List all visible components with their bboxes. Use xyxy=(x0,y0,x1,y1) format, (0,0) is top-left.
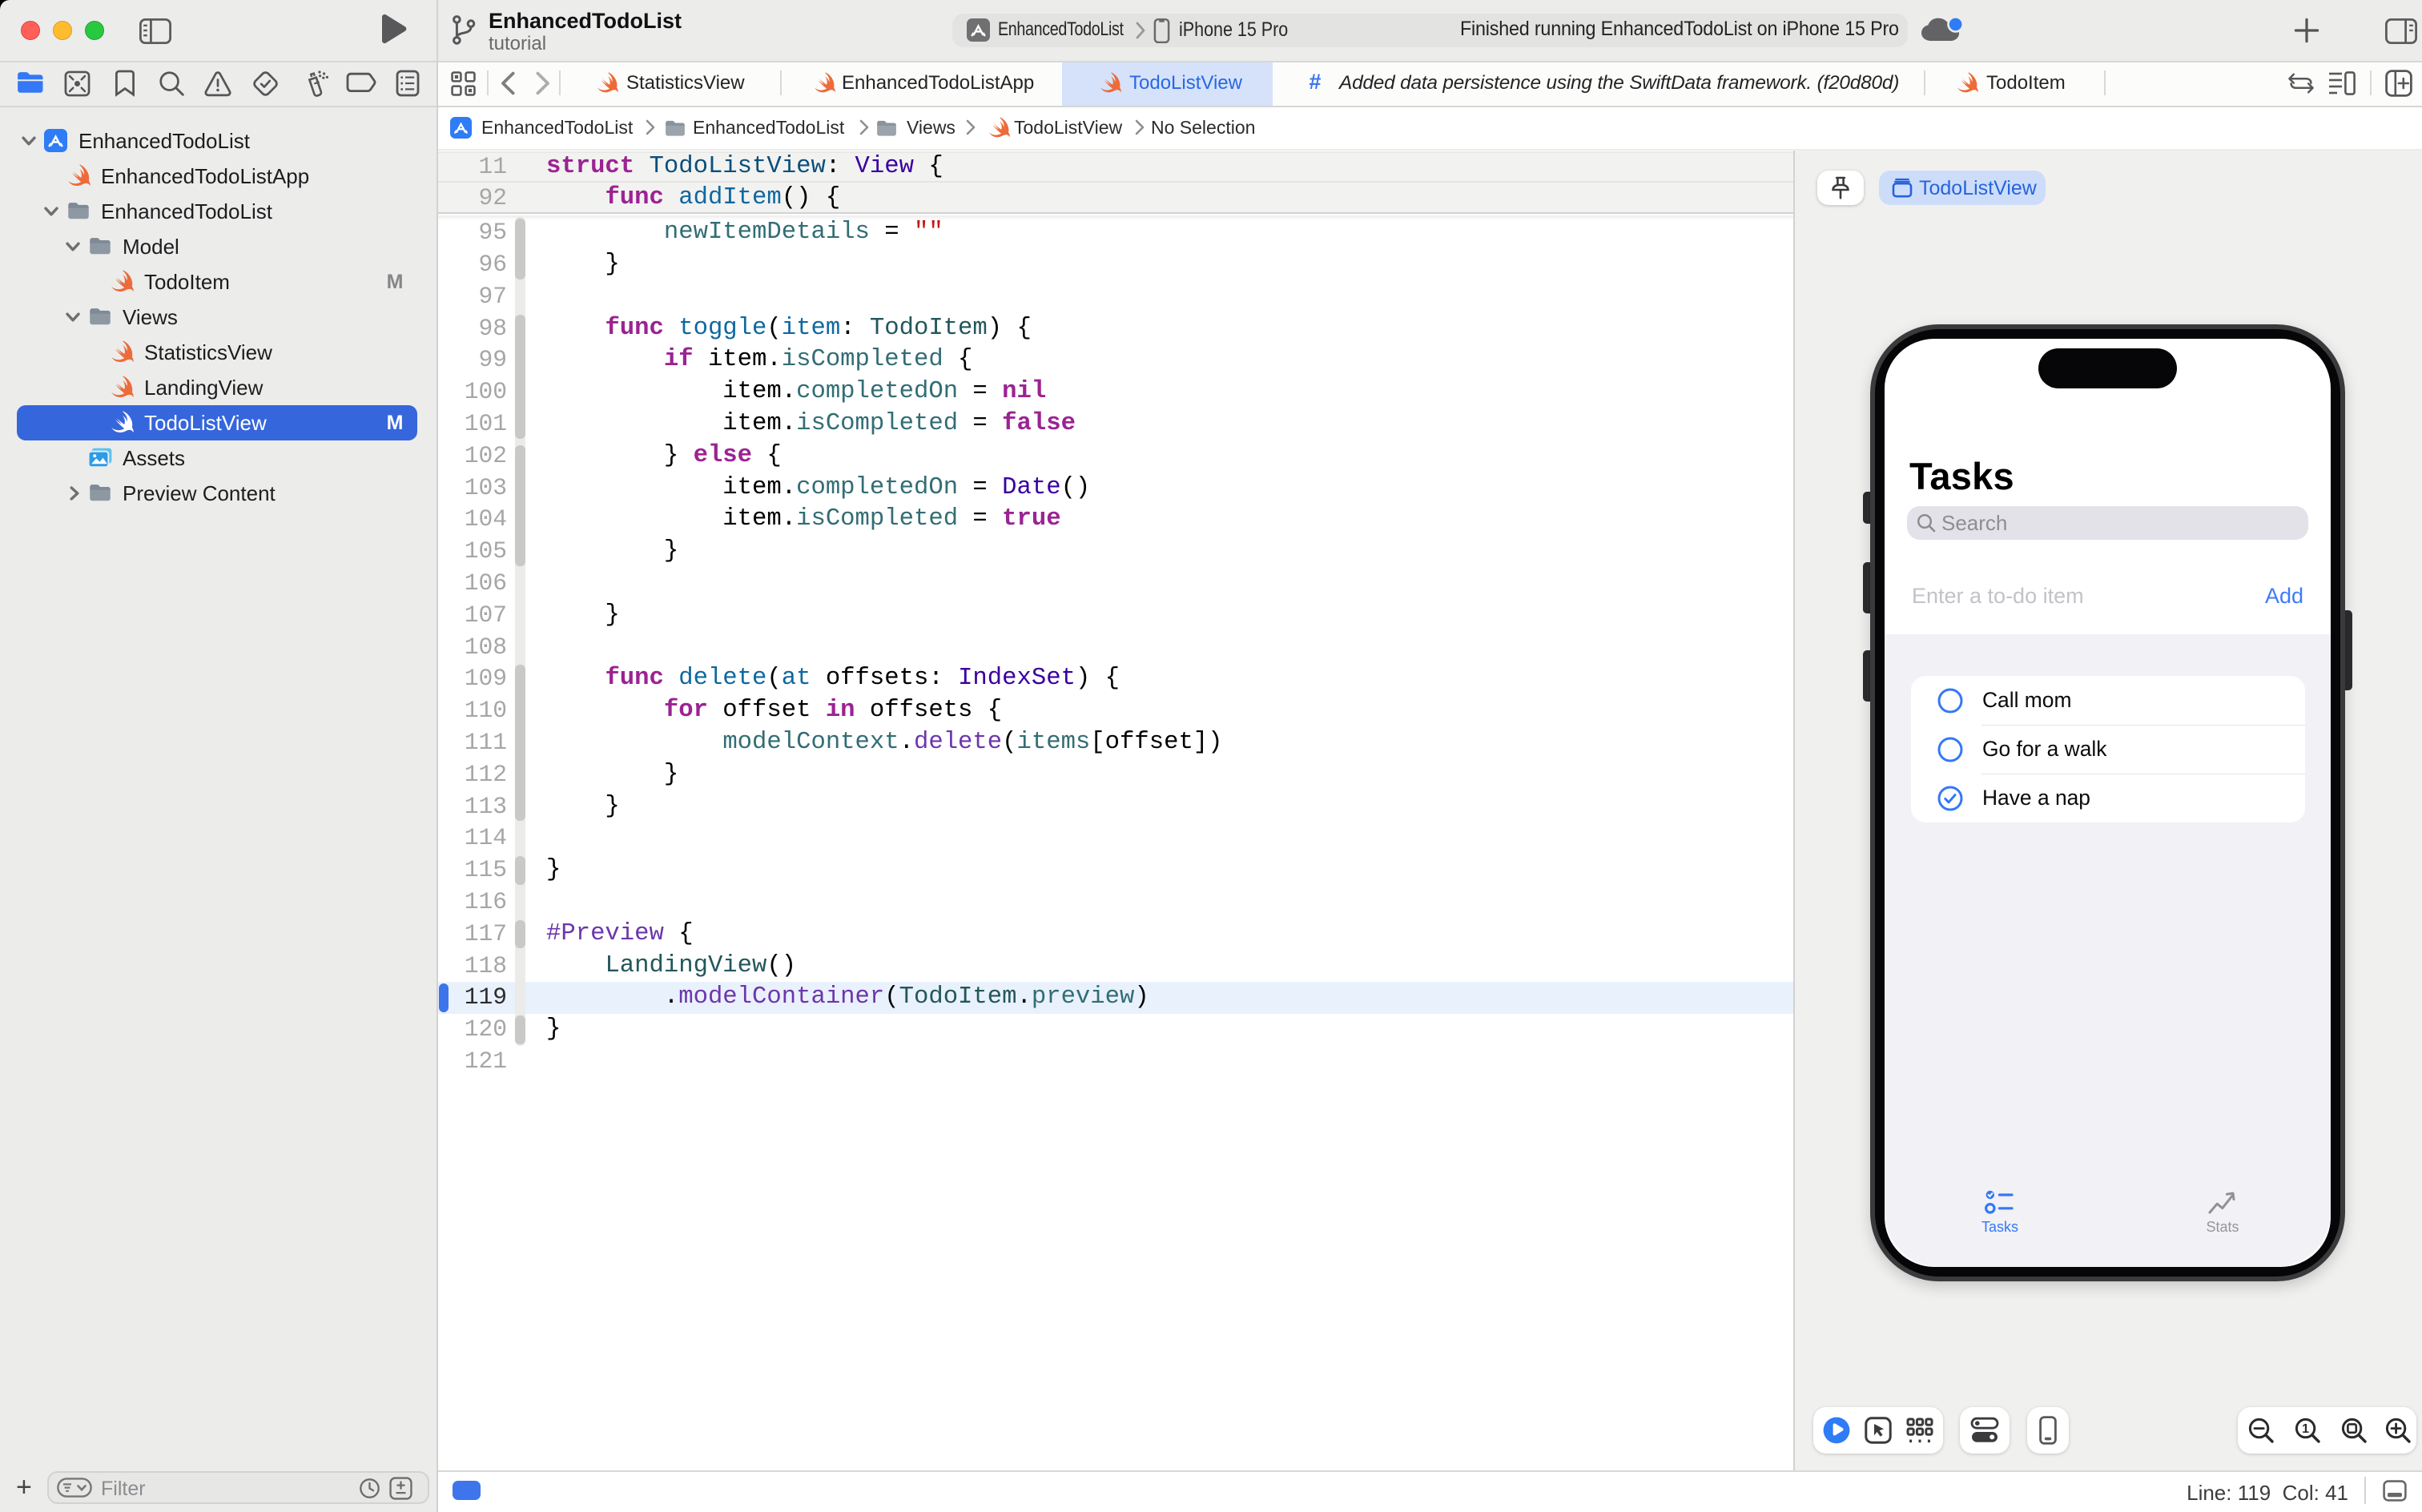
svg-text:1: 1 xyxy=(2302,1422,2309,1436)
